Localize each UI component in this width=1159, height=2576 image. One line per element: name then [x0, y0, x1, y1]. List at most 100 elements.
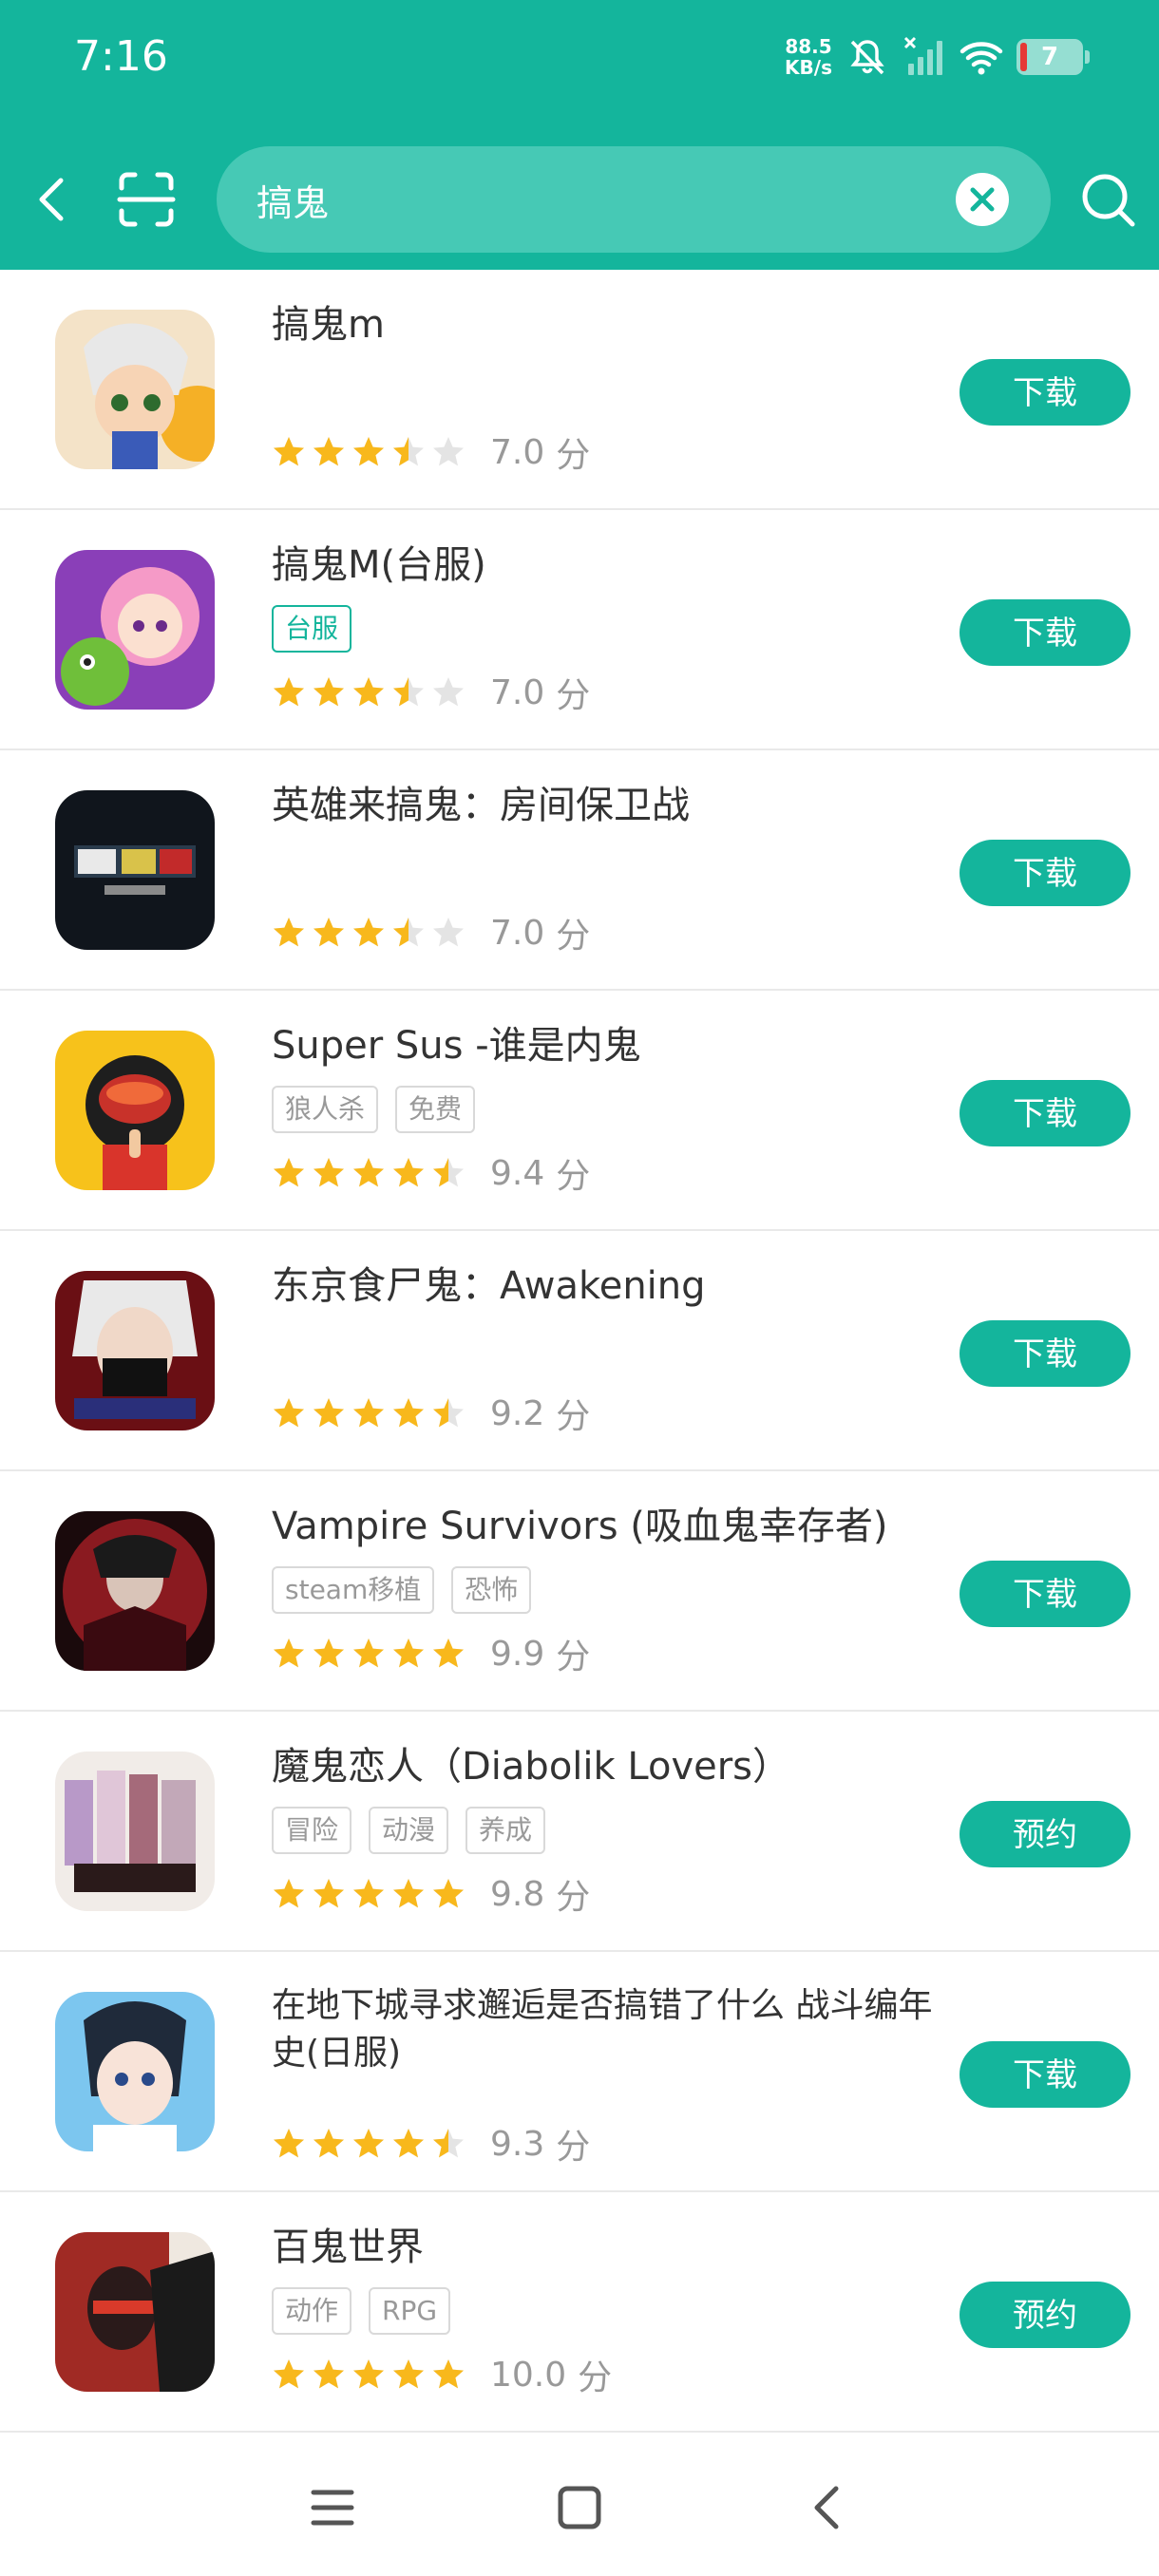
star-rating: [272, 2127, 466, 2161]
app-icon[interactable]: [55, 790, 215, 950]
app-rating: 9.9 分: [272, 1633, 590, 1676]
battery-icon: 7: [1016, 39, 1090, 75]
download-button[interactable]: 下载: [960, 840, 1130, 906]
star-full-icon: [353, 437, 384, 466]
star-full-icon: [433, 1879, 464, 1908]
star-rating: [272, 1877, 466, 1911]
star-full-icon: [274, 1638, 304, 1668]
star-full-icon: [393, 2359, 424, 2389]
download-button[interactable]: 下载: [960, 1080, 1130, 1146]
star-rating: [272, 1637, 466, 1671]
app-row[interactable]: 搞鬼M(台服) 台服 7.0 分 下载: [0, 510, 1159, 750]
app-header: 7:16 88.5 KB/s 7: [0, 0, 1159, 270]
app-tag: 养成: [466, 1807, 546, 1854]
app-rating: 9.2 分: [272, 1392, 590, 1436]
star-full-icon: [393, 2129, 424, 2158]
download-button[interactable]: 下载: [960, 599, 1130, 666]
star-full-icon: [353, 677, 384, 707]
star-full-icon: [274, 2359, 304, 2389]
app-rating: 10.0 分: [272, 2354, 612, 2397]
star-full-icon: [314, 1158, 344, 1187]
clear-search-button[interactable]: [956, 173, 1009, 226]
star-full-icon: [274, 1879, 304, 1908]
star-half-icon: [393, 677, 424, 707]
app-name: 百鬼世界: [272, 2226, 424, 2269]
app-tags: 台服: [272, 605, 352, 653]
app-icon[interactable]: [55, 1511, 215, 1671]
back-arrow-icon[interactable]: [28, 171, 76, 228]
star-full-icon: [314, 437, 344, 466]
net-speed-value: 88.5: [785, 35, 832, 58]
app-row[interactable]: 百鬼世界 动作 RPG 10.0 分 预约: [0, 2192, 1159, 2433]
search-box[interactable]: [217, 146, 1051, 253]
app-score: 9.3: [490, 2124, 545, 2164]
app-name: Super Sus -谁是内鬼: [272, 1024, 641, 1068]
back-icon[interactable]: [800, 2479, 857, 2536]
app-row[interactable]: 搞鬼m 7.0 分 下载: [0, 270, 1159, 510]
star-rating: [272, 435, 466, 469]
search-icon[interactable]: [1077, 169, 1138, 230]
star-full-icon: [433, 2359, 464, 2389]
app-tags: 冒险 动漫 养成: [272, 1807, 546, 1854]
app-tag: 台服: [272, 605, 352, 653]
score-unit: 分: [556, 436, 591, 475]
app-icon[interactable]: [55, 310, 215, 469]
app-score: 9.8: [490, 1874, 545, 1914]
app-rating: 9.3 分: [272, 2123, 590, 2167]
app-icon[interactable]: [55, 1752, 215, 1911]
reserve-button[interactable]: 预约: [960, 2282, 1130, 2348]
star-rating: [272, 1156, 466, 1190]
app-score: 7.0: [490, 432, 545, 472]
star-full-icon: [314, 1638, 344, 1668]
star-empty-icon: [433, 437, 464, 466]
app-icon[interactable]: [55, 550, 215, 710]
score-unit: 分: [556, 676, 591, 715]
score-unit: 分: [556, 2128, 591, 2167]
scan-icon[interactable]: [116, 169, 177, 230]
menu-icon[interactable]: [304, 2479, 361, 2536]
app-score: 9.9: [490, 1634, 545, 1674]
app-row[interactable]: 在地下城寻求邂逅是否搞错了什么 战斗编年史(日服) 9.3 分 下载: [0, 1952, 1159, 2192]
star-rating: [272, 2358, 466, 2392]
app-row[interactable]: 东京食尸鬼：Awakening 9.2 分 下载: [0, 1231, 1159, 1471]
app-tags: 狼人杀 免费: [272, 1086, 476, 1133]
app-tags: steam移植 恐怖: [272, 1566, 532, 1614]
star-rating: [272, 1396, 466, 1430]
app-rating: 7.0 分: [272, 431, 590, 475]
app-icon[interactable]: [55, 1992, 215, 2151]
star-full-icon: [274, 437, 304, 466]
download-button[interactable]: 下载: [960, 2041, 1130, 2108]
download-button[interactable]: 下载: [960, 1320, 1130, 1387]
app-name: Vampire Survivors (吸血鬼幸存者): [272, 1505, 888, 1548]
app-icon[interactable]: [55, 1271, 215, 1430]
star-full-icon: [314, 918, 344, 947]
app-row[interactable]: Vampire Survivors (吸血鬼幸存者) steam移植 恐怖 9.…: [0, 1471, 1159, 1712]
app-name: 在地下城寻求邂逅是否搞错了什么 战斗编年史(日服): [272, 1986, 933, 2073]
app-row[interactable]: 英雄来搞鬼：房间保卫战 7.0 分 下载: [0, 750, 1159, 991]
star-full-icon: [314, 2359, 344, 2389]
star-full-icon: [353, 1879, 384, 1908]
star-full-icon: [353, 1158, 384, 1187]
app-row[interactable]: 魔鬼恋人（Diabolik Lovers） 冒险 动漫 养成 9.8 分 预约: [0, 1712, 1159, 1952]
download-button[interactable]: 下载: [960, 1561, 1130, 1627]
star-half-icon: [393, 437, 424, 466]
star-full-icon: [274, 1158, 304, 1187]
app-icon[interactable]: [55, 2232, 215, 2392]
star-rating: [272, 675, 466, 710]
app-rating: 7.0 分: [272, 912, 590, 956]
star-full-icon: [314, 2129, 344, 2158]
reserve-button[interactable]: 预约: [960, 1801, 1130, 1867]
app-icon[interactable]: [55, 1031, 215, 1190]
app-tag: steam移植: [272, 1566, 435, 1614]
app-row[interactable]: Super Sus -谁是内鬼 狼人杀 免费 9.4 分 下载: [0, 991, 1159, 1231]
download-button[interactable]: 下载: [960, 359, 1130, 426]
star-full-icon: [393, 1158, 424, 1187]
star-full-icon: [274, 918, 304, 947]
app-tag: 狼人杀: [272, 1086, 379, 1133]
app-name: 搞鬼m: [272, 303, 385, 347]
home-icon[interactable]: [551, 2479, 608, 2536]
star-full-icon: [274, 677, 304, 707]
star-full-icon: [353, 918, 384, 947]
search-input[interactable]: [256, 173, 922, 226]
star-full-icon: [433, 1638, 464, 1668]
